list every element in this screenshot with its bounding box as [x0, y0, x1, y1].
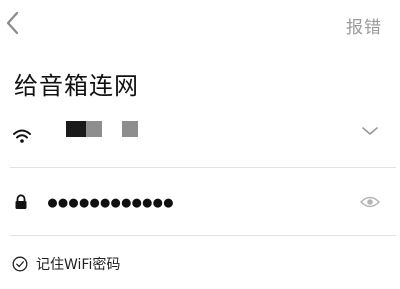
chevron-left-icon	[6, 11, 19, 35]
divider	[10, 235, 396, 236]
wifi-name-redacted	[66, 120, 138, 138]
divider	[10, 167, 396, 168]
wifi-selector[interactable]	[0, 108, 400, 158]
wifi-icon	[13, 129, 31, 143]
check-circle-icon	[12, 256, 28, 272]
remember-password-toggle[interactable]: 记住WiFi密码	[12, 254, 120, 274]
report-error-button[interactable]: 报错	[346, 13, 382, 38]
eye-icon[interactable]	[360, 194, 380, 210]
back-button[interactable]	[2, 8, 26, 38]
page-title: 给音箱连网	[14, 72, 139, 100]
remember-password-label: 记住WiFi密码	[36, 257, 121, 273]
lock-icon	[15, 194, 27, 209]
chevron-down-icon	[362, 127, 378, 135]
password-input[interactable]	[48, 188, 338, 216]
password-row	[0, 180, 400, 224]
